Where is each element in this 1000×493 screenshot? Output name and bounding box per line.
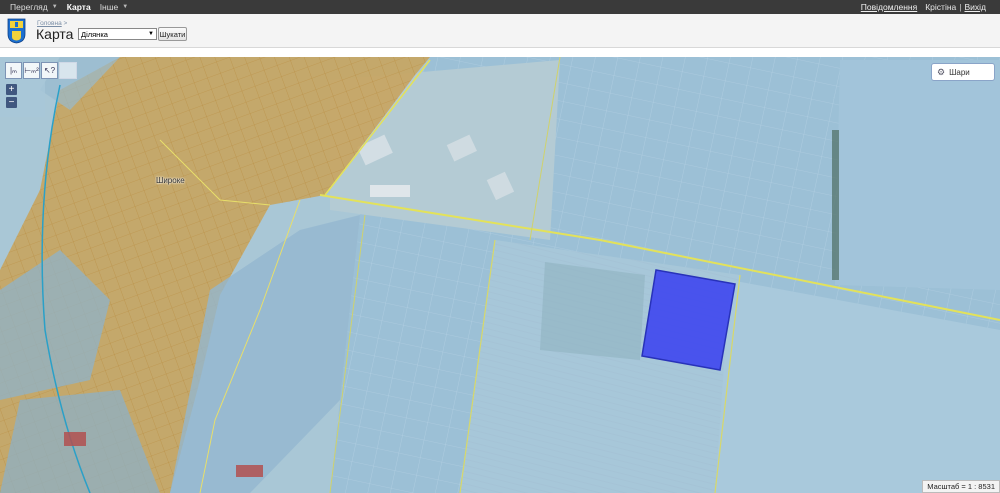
object-type-select[interactable]: Ділянка ▼ bbox=[78, 28, 157, 40]
logout-link[interactable]: Вихід bbox=[964, 2, 986, 12]
notifications-link[interactable]: Повідомлення bbox=[861, 2, 917, 12]
map-canvas[interactable]: Широке bbox=[0, 57, 1000, 493]
selected-parcel[interactable] bbox=[641, 269, 736, 371]
map-imagery bbox=[0, 57, 1000, 493]
separator: | bbox=[959, 2, 962, 12]
nav-map[interactable]: Карта bbox=[67, 2, 91, 12]
village-label: Широке bbox=[156, 176, 185, 185]
user-name: Крістіна bbox=[925, 2, 957, 12]
search-button[interactable]: Шукати bbox=[158, 27, 187, 41]
coat-of-arms-logo[interactable] bbox=[7, 17, 26, 44]
caret-down-icon: ▼ bbox=[122, 4, 129, 10]
measure-area-icon[interactable]: ⊢ₘ² bbox=[23, 62, 40, 79]
select-value: Ділянка bbox=[81, 29, 108, 39]
zoom-out-button[interactable]: − bbox=[6, 97, 17, 108]
nav-view[interactable]: Перегляд ▼ bbox=[10, 2, 58, 12]
identify-icon[interactable]: ↖? bbox=[41, 62, 58, 79]
measure-length-icon[interactable]: |ₘ bbox=[5, 62, 22, 79]
nav-other[interactable]: Інше ▼ bbox=[100, 2, 129, 12]
scale-indicator: Масштаб = 1 : 8531 bbox=[922, 480, 1000, 493]
caret-down-icon: ▼ bbox=[51, 4, 58, 10]
layers-button[interactable]: ⚙ Шари bbox=[931, 63, 995, 81]
top-navbar: Перегляд ▼ Карта Інше ▼ Повідомлення Кріст… bbox=[0, 0, 1000, 14]
zoom-in-button[interactable]: + bbox=[6, 84, 17, 95]
tool-placeholder bbox=[59, 62, 77, 79]
main-menu: Перегляд ▼ Карта Інше ▼ bbox=[0, 0, 137, 14]
gear-icon: ⚙ bbox=[937, 66, 946, 77]
map-toolbar: |ₘ ⊢ₘ² ↖? bbox=[5, 62, 78, 79]
user-area: Повідомлення Крістіна | Вихід bbox=[861, 0, 986, 14]
page-title: Карта bbox=[36, 26, 74, 42]
chevron-down-icon: ▼ bbox=[148, 31, 154, 37]
layers-button-label: Шари bbox=[949, 67, 970, 77]
